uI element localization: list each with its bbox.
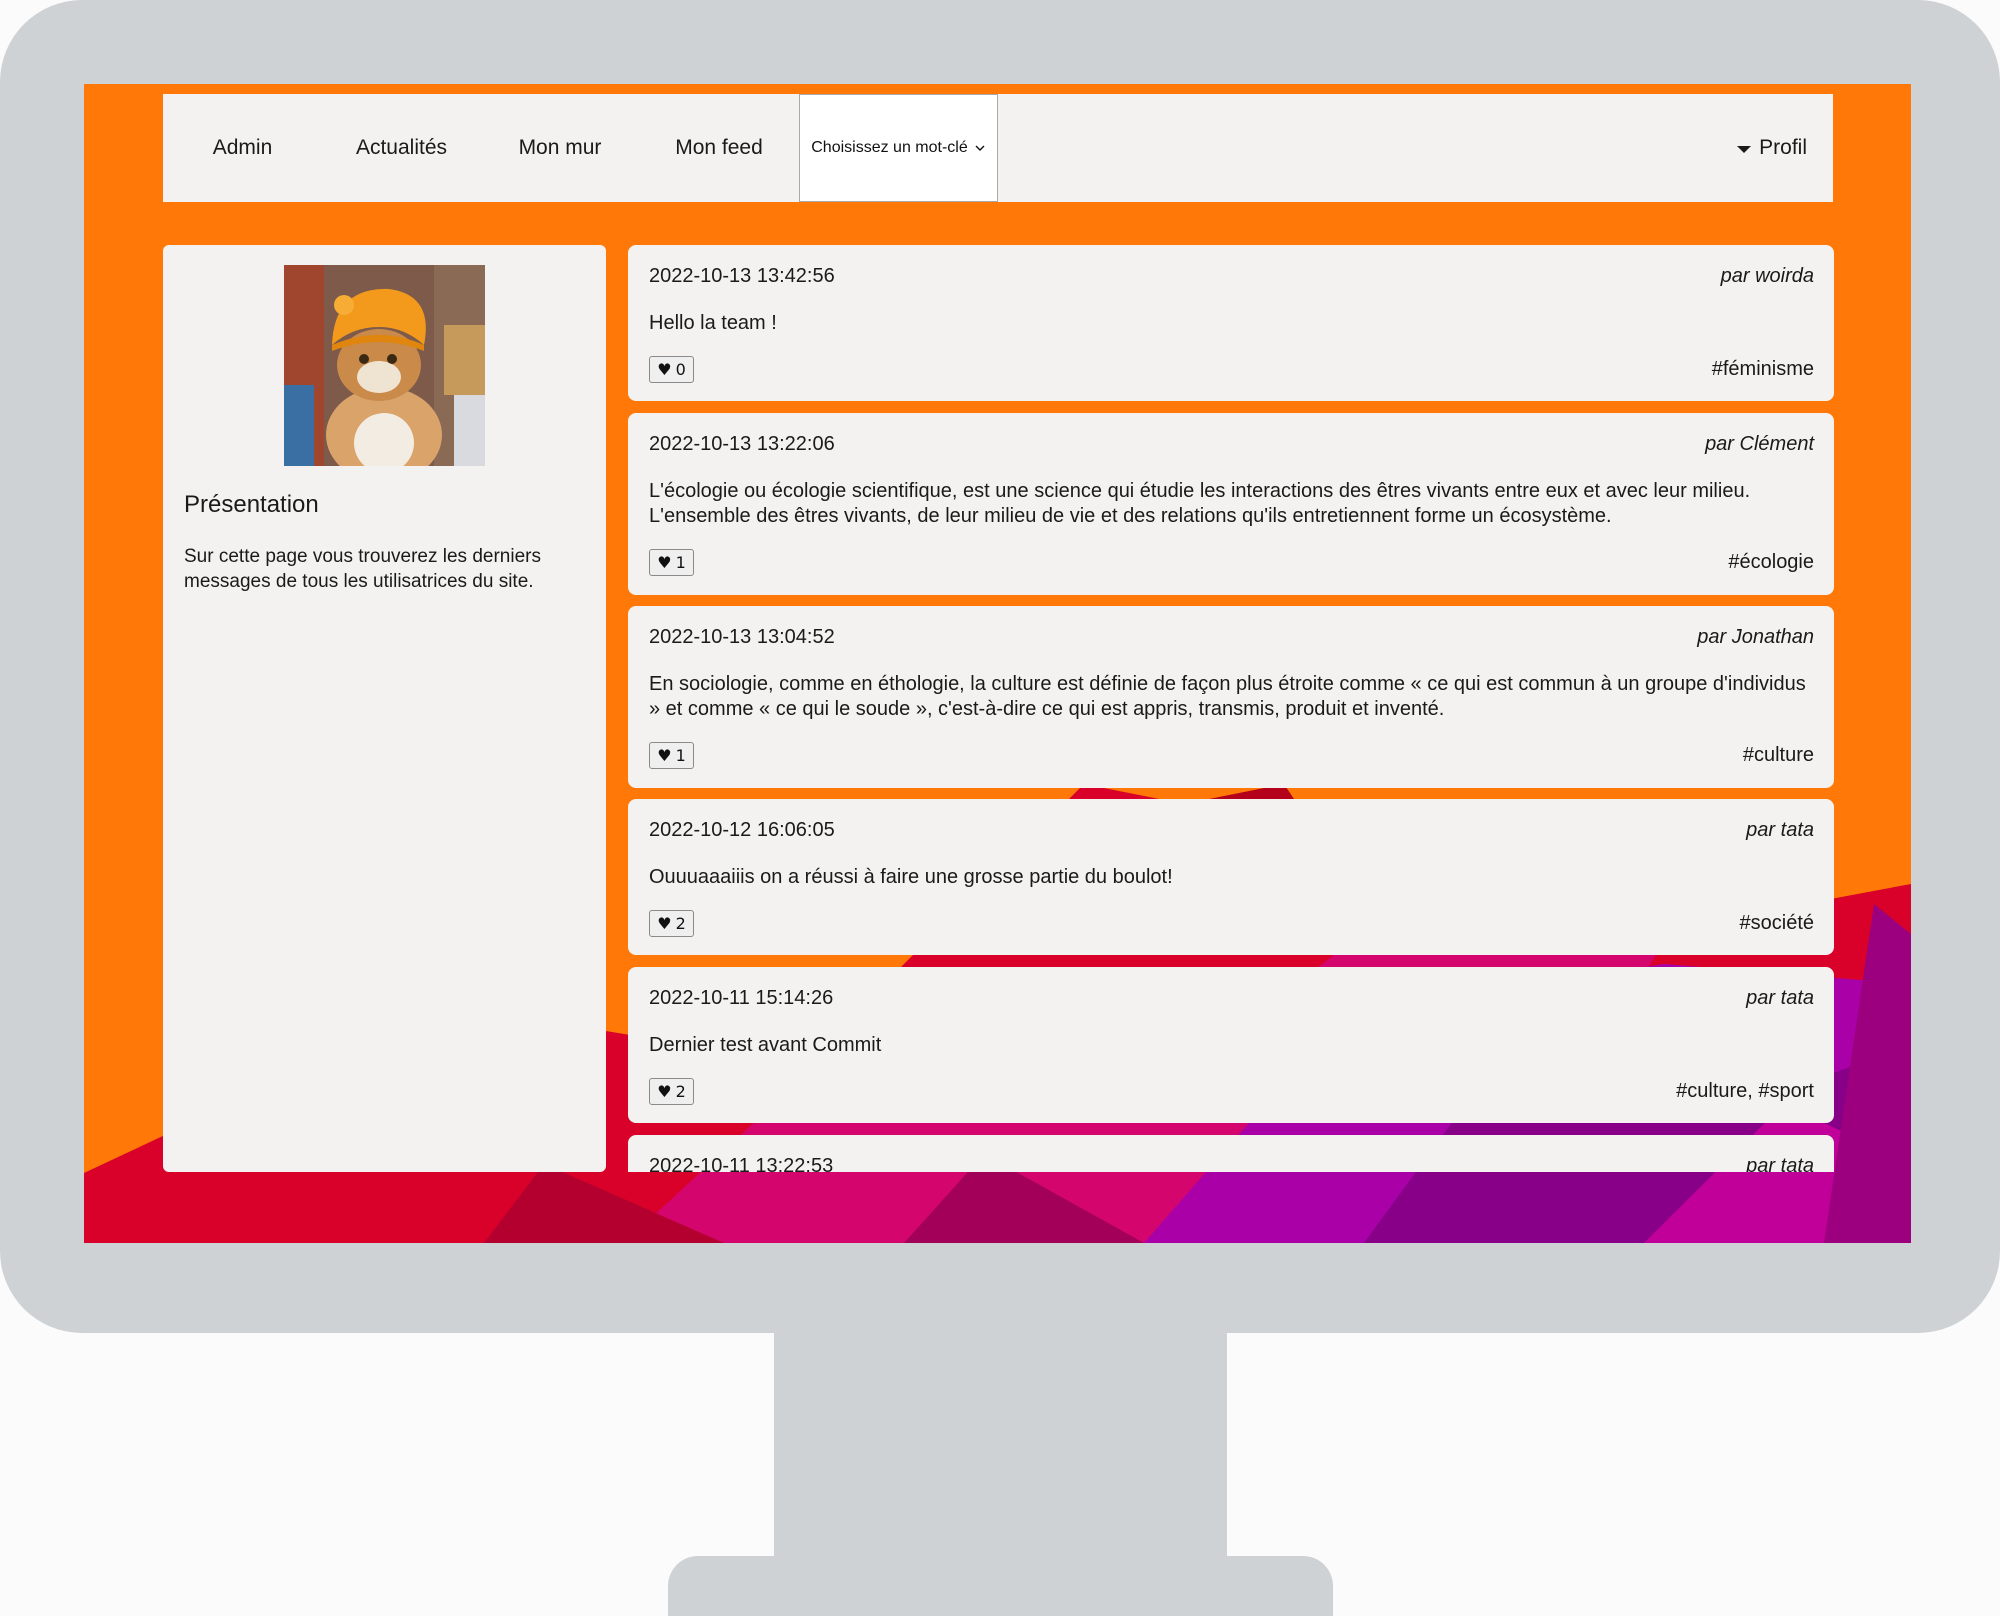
feed-post: 2022-10-13 13:04:52 par Jonathan En soci… — [628, 606, 1834, 788]
post-content: Dernier test avant Commit — [649, 1034, 882, 1056]
post-author[interactable]: par Clément — [1705, 433, 1814, 456]
post-date: 2022-10-13 13:42:56 — [649, 265, 835, 287]
heart-icon: ♥ — [657, 553, 672, 572]
like-button[interactable]: ♥ 2 — [649, 910, 694, 937]
chevron-down-icon — [975, 145, 985, 151]
feed-post: 2022-10-11 15:14:26 par tata Dernier tes… — [628, 967, 1834, 1123]
post-content: Hello la team ! — [649, 312, 777, 334]
post-content: L'écologie ou écologie scientifique, est… — [649, 480, 1751, 527]
monitor-base — [668, 1556, 1333, 1616]
like-button[interactable]: ♥ 1 — [649, 742, 694, 769]
profile-label: Profil — [1759, 136, 1807, 159]
post-tags[interactable]: #culture — [1743, 744, 1814, 767]
profile-menu[interactable]: Profil — [1737, 136, 1833, 160]
keyword-select[interactable]: Choisissez un mot-clé — [799, 94, 998, 202]
post-content: Ouuuaaaiiis on a réussi à faire une gros… — [649, 866, 1173, 888]
post-date: 2022-10-12 16:06:05 — [649, 819, 835, 841]
caret-down-icon — [1737, 145, 1752, 153]
like-button[interactable]: ♥ 2 — [649, 1078, 694, 1105]
screen: Admin Actualités Mon mur Mon feed Choisi… — [84, 84, 1911, 1243]
feed-post: 2022-10-13 13:22:06 par Clément L'écolog… — [628, 413, 1834, 595]
like-button[interactable]: ♥ 1 — [649, 549, 694, 576]
post-author[interactable]: par tata — [1746, 1155, 1814, 1172]
cat-photo-avatar — [284, 265, 485, 466]
keyword-select-label: Choisissez un mot-clé — [811, 139, 968, 156]
top-navbar: Admin Actualités Mon mur Mon feed Choisi… — [163, 94, 1833, 202]
post-author[interactable]: par woirda — [1721, 265, 1814, 288]
like-count: 1 — [675, 553, 686, 572]
feed-list: 2022-10-13 13:42:56 par woirda Hello la … — [628, 245, 1834, 1172]
feed-post: 2022-10-13 13:42:56 par woirda Hello la … — [628, 245, 1834, 401]
post-content: En sociologie, comme en éthologie, la cu… — [649, 673, 1806, 720]
post-tags[interactable]: #culture, #sport — [1676, 1080, 1814, 1103]
presentation-text: Sur cette page vous trouverez les dernie… — [184, 546, 541, 592]
feed-post: 2022-10-11 13:22:53 par tata — [628, 1135, 1834, 1172]
like-count: 1 — [675, 746, 686, 765]
post-author[interactable]: par tata — [1746, 819, 1814, 842]
heart-icon: ♥ — [657, 914, 672, 933]
post-tags[interactable]: #féminisme — [1712, 358, 1814, 381]
avatar — [284, 265, 485, 466]
monitor-stand — [774, 1330, 1227, 1560]
feed-post: 2022-10-12 16:06:05 par tata Ouuuaaaiiis… — [628, 799, 1834, 955]
post-tags[interactable]: #écologie — [1728, 551, 1814, 574]
heart-icon: ♥ — [657, 360, 672, 379]
nav-actualites[interactable]: Actualités — [322, 94, 481, 202]
post-date: 2022-10-11 13:22:53 — [649, 1155, 834, 1172]
sidebar-presentation: Présentation Sur cette page vous trouver… — [163, 245, 606, 1172]
nav-admin[interactable]: Admin — [163, 94, 322, 202]
presentation-title: Présentation — [184, 491, 319, 518]
heart-icon: ♥ — [657, 746, 672, 765]
post-author[interactable]: par tata — [1746, 987, 1814, 1010]
post-date: 2022-10-11 15:14:26 — [649, 987, 834, 1009]
nav-mon-mur[interactable]: Mon mur — [481, 94, 639, 202]
like-count: 0 — [675, 360, 686, 379]
post-date: 2022-10-13 13:04:52 — [649, 626, 835, 648]
nav-mon-feed[interactable]: Mon feed — [639, 94, 799, 202]
heart-icon: ♥ — [657, 1082, 672, 1101]
like-count: 2 — [675, 1082, 686, 1101]
like-button[interactable]: ♥ 0 — [649, 356, 694, 383]
post-tags[interactable]: #société — [1740, 912, 1815, 935]
post-author[interactable]: par Jonathan — [1697, 626, 1814, 649]
post-date: 2022-10-13 13:22:06 — [649, 433, 835, 455]
like-count: 2 — [675, 914, 686, 933]
